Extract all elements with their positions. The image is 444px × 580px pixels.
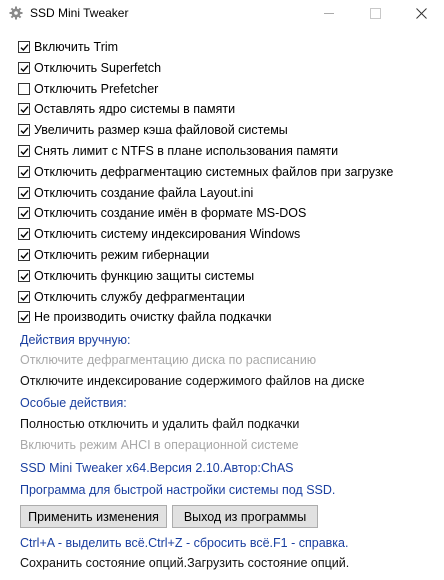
option-label: Отключить службу дефрагментации — [34, 290, 245, 304]
checkbox-checked[interactable] — [18, 166, 30, 178]
window-title: SSD Mini Tweaker — [30, 6, 129, 20]
exit-program-button[interactable]: Выход из программы — [172, 505, 318, 528]
option-row[interactable]: Отключить создание файла Layout.ini — [18, 184, 253, 202]
checkbox-checked[interactable] — [18, 41, 30, 53]
version-info[interactable]: SSD Mini Tweaker x64.Версия 2.10.Автор:C… — [20, 461, 294, 475]
checkmark-icon — [20, 65, 29, 73]
option-row[interactable]: Отключить Superfetch — [18, 59, 161, 77]
manual-disable-indexing-link[interactable]: Отключите индексирование содержимого фай… — [20, 374, 365, 388]
close-icon[interactable] — [398, 0, 444, 26]
option-label: Не производить очистку файла подкачки — [34, 310, 272, 324]
option-label: Отключить функцию защиты системы — [34, 269, 255, 283]
checkbox-checked[interactable] — [18, 124, 30, 136]
checkbox-checked[interactable] — [18, 187, 30, 199]
checkbox-checked[interactable] — [18, 291, 30, 303]
gear-app-icon — [9, 6, 23, 20]
option-row[interactable]: Отключить службу дефрагментации — [18, 288, 245, 306]
option-row[interactable]: Не производить очистку файла подкачки — [18, 308, 272, 326]
option-row[interactable]: Отключить систему индексирования Windows — [18, 225, 300, 243]
option-label: Увеличить размер кэша файловой системы — [34, 123, 288, 137]
checkmark-icon — [20, 273, 29, 281]
option-row[interactable]: Снять лимит с NTFS в плане использования… — [18, 142, 338, 160]
option-row[interactable]: Оставлять ядро системы в памяти — [18, 100, 235, 118]
manual-defrag-schedule-link[interactable]: Отключите дефрагментацию диска по распис… — [20, 353, 316, 367]
option-row[interactable]: Отключить функцию защиты системы — [18, 267, 254, 285]
program-description: Программа для быстрой настройки системы … — [20, 483, 336, 497]
checkmark-icon — [20, 252, 29, 260]
apply-changes-button[interactable]: Применить изменения — [20, 505, 167, 528]
maximize-icon[interactable] — [352, 0, 398, 26]
special-actions-heading: Особые действия: — [20, 396, 127, 410]
option-label: Отключить создание файла Layout.ini — [34, 186, 254, 200]
checkmark-icon — [20, 169, 29, 177]
checkmark-icon — [20, 44, 29, 52]
checkmark-icon — [20, 294, 29, 302]
checkbox-checked[interactable] — [18, 207, 30, 219]
option-row[interactable]: Включить Trim — [18, 38, 118, 56]
option-label: Отключить Prefetcher — [34, 82, 159, 96]
checkmark-icon — [20, 127, 29, 135]
options-state-links[interactable]: Сохранить состояние опций.Загрузить сост… — [20, 556, 349, 570]
title-bar[interactable]: SSD Mini Tweaker — [0, 0, 444, 26]
manual-actions-heading: Действия вручную: — [20, 333, 131, 347]
option-label: Отключить систему индексирования Windows — [34, 227, 301, 241]
checkmark-icon — [20, 314, 29, 322]
option-label: Включить Trim — [34, 40, 119, 54]
checkbox-checked[interactable] — [18, 270, 30, 282]
option-label: Снять лимит с NTFS в плане использования… — [34, 144, 339, 158]
checkmark-icon — [20, 190, 29, 198]
checkmark-icon — [20, 148, 29, 156]
checkmark-icon — [20, 106, 29, 114]
minimize-icon[interactable] — [306, 0, 352, 26]
checkmark-icon — [20, 210, 29, 218]
enable-ahci-link[interactable]: Включить режим AHCI в операционной систе… — [20, 438, 299, 452]
option-row[interactable]: Отключить дефрагментацию системных файло… — [18, 163, 393, 181]
checkbox-checked[interactable] — [18, 62, 30, 74]
option-label: Отключить Superfetch — [34, 61, 162, 75]
option-row[interactable]: Отключить создание имён в формате MS-DOS — [18, 204, 306, 222]
remove-pagefile-link[interactable]: Полностью отключить и удалить файл подка… — [20, 417, 299, 431]
checkbox-unchecked[interactable] — [18, 83, 30, 95]
option-row[interactable]: Отключить режим гибернации — [18, 246, 209, 264]
option-label: Отключить режим гибернации — [34, 248, 210, 262]
hotkeys-help: Ctrl+A - выделить всё.Ctrl+Z - сбросить … — [20, 536, 349, 550]
checkbox-checked[interactable] — [18, 145, 30, 157]
checkbox-checked[interactable] — [18, 311, 30, 323]
checkbox-checked[interactable] — [18, 228, 30, 240]
checkbox-checked[interactable] — [18, 103, 30, 115]
option-label: Отключить создание имён в формате MS-DOS — [34, 206, 307, 220]
checkbox-checked[interactable] — [18, 249, 30, 261]
option-label: Отключить дефрагментацию системных файло… — [34, 165, 394, 179]
option-label: Оставлять ядро системы в памяти — [34, 102, 236, 116]
option-row[interactable]: Увеличить размер кэша файловой системы — [18, 121, 288, 139]
option-row[interactable]: Отключить Prefetcher — [18, 80, 158, 98]
checkmark-icon — [20, 231, 29, 239]
